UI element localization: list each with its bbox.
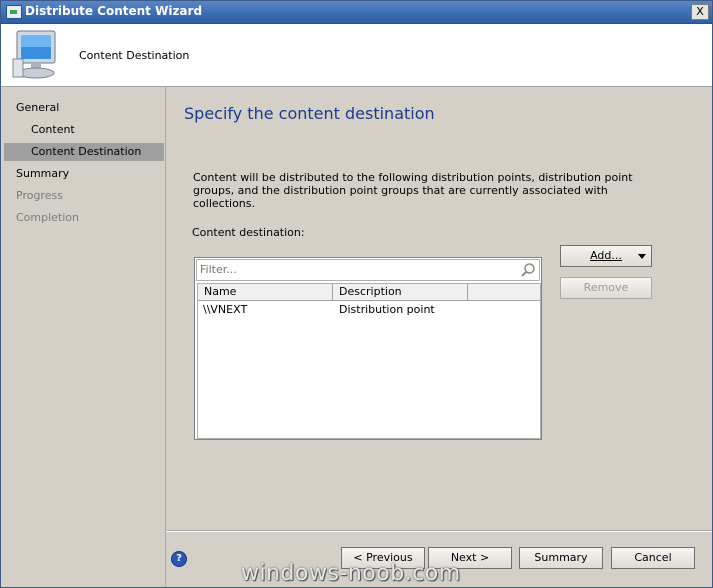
computer-monitor-icon	[12, 30, 56, 79]
nav-item-label: Summary	[16, 167, 70, 180]
summary-button[interactable]: Summary	[519, 547, 603, 569]
nav-item-label: General	[16, 101, 60, 114]
nav-item-completion: Completion	[1, 209, 165, 227]
filter-input[interactable]	[200, 263, 510, 276]
destination-list: Name Description \\VNEXT Distribution po…	[194, 257, 542, 440]
help-icon[interactable]: ?	[171, 551, 187, 567]
watermark: windows-noob.com	[241, 561, 461, 586]
nav-item-label: Content Destination	[31, 145, 142, 158]
wizard-header: Content Destination	[1, 24, 712, 87]
remove-button: Remove	[560, 277, 652, 299]
wizard-nav: General Content Content Destination Summ…	[1, 87, 166, 587]
window-title: Distribute Content Wizard	[25, 4, 203, 18]
close-button[interactable]: X	[691, 4, 709, 20]
search-icon[interactable]	[520, 262, 536, 278]
chevron-down-icon	[638, 254, 646, 259]
add-button[interactable]: Add...	[560, 245, 652, 267]
wizard-content: Specify the content destination Content …	[166, 87, 712, 587]
footer-separator	[166, 530, 712, 532]
nav-item-label: Completion	[16, 211, 80, 224]
app-icon	[6, 5, 22, 19]
nav-item-summary[interactable]: Summary	[1, 165, 165, 183]
page-description: Content will be distributed to the follo…	[193, 171, 633, 210]
nav-item-content[interactable]: Content	[1, 121, 165, 139]
nav-item-general[interactable]: General	[1, 99, 165, 117]
nav-item-content-destination[interactable]: Content Destination	[4, 143, 164, 161]
content-destination-label: Content destination:	[192, 226, 305, 239]
destination-table: Name Description \\VNEXT Distribution po…	[197, 283, 541, 439]
title-bar: Distribute Content Wizard X	[1, 1, 712, 24]
column-header-description[interactable]: Description	[333, 284, 468, 301]
page-heading: Specify the content destination	[184, 104, 435, 123]
cancel-button[interactable]: Cancel	[611, 547, 695, 569]
header-title: Content Destination	[79, 49, 190, 62]
add-button-label: Add...	[590, 249, 622, 262]
filter-box[interactable]	[196, 259, 540, 281]
cell-name: \\VNEXT	[203, 303, 248, 316]
nav-item-label: Progress	[16, 189, 63, 202]
cell-description: Distribution point	[339, 303, 435, 316]
column-header-empty	[468, 284, 540, 301]
column-header-name[interactable]: Name	[198, 284, 333, 301]
nav-item-label: Content	[31, 123, 75, 136]
wizard-window: Distribute Content Wizard X Content Dest…	[0, 0, 713, 588]
nav-item-progress: Progress	[1, 187, 165, 205]
